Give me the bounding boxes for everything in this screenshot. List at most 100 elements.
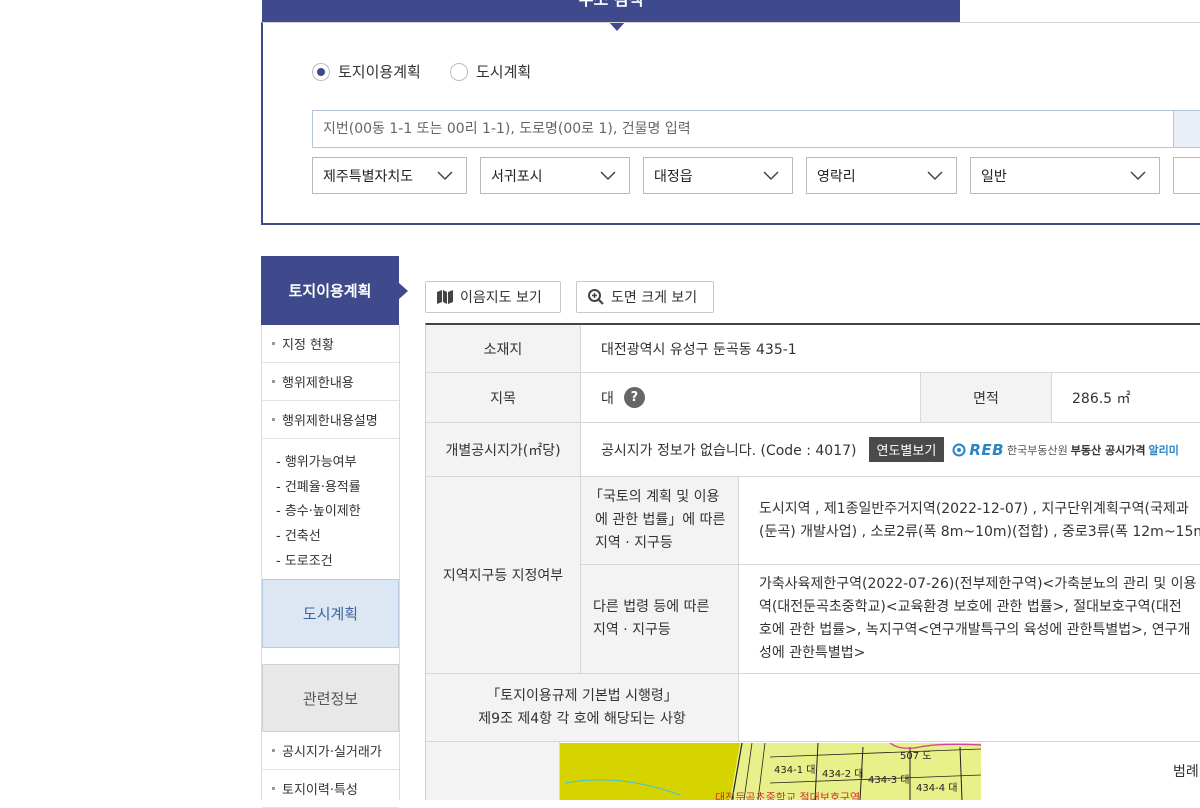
reb-logo-icon [952, 443, 966, 456]
national-law-header: 「국토의 계획 및 이용 에 관한 법률」에 따른 지역 · 지구등 [581, 477, 739, 565]
select-city[interactable]: 서귀포시 [480, 157, 630, 194]
radio-label: 도시계획 [476, 63, 532, 81]
search-button[interactable] [1173, 110, 1200, 148]
search-tab-label: 주소 검색 [262, 0, 960, 10]
reb-logo-text: REB [969, 440, 1005, 459]
regulation-header-line: 제9조 제4항 각 호에 해당되는 사항 [478, 710, 686, 727]
reb-logo[interactable]: REB 한국부동산원 부동산 공시가격 알리미 [952, 441, 1179, 459]
national-law-value: 도시지역 , 제1종일반주거지역(2022-12-07) , 지구단위계획구역(… [739, 477, 1200, 565]
parcel-label: 434-2 대 [822, 769, 864, 780]
sidebar-item-restrictions[interactable]: 행위제한내용 [262, 363, 399, 401]
divider [960, 22, 1200, 23]
select-province[interactable]: 제주특별자치도 [312, 157, 467, 194]
zoom-view-label: 도면 크게 보기 [611, 290, 698, 306]
zoom-in-icon [588, 289, 604, 305]
select-value: 일반 [981, 168, 1007, 185]
jimok-cell: 대 ? [581, 373, 921, 423]
zoom-view-button[interactable]: 도면 크게 보기 [576, 281, 714, 313]
national-law-value-line: 도시지역 , 제1종일반주거지역(2022-12-07) , 지구단위계획구역(… [759, 500, 1189, 517]
lot-number-input[interactable] [1173, 157, 1200, 194]
other-law-value-line: 역(대전둔곡초중학교)<교육환경 보호에 관한 법률>, 절대보호구역(대전 [759, 599, 1182, 615]
regulation-header: 「토지이용규제 기본법 시행령」 제9조 제4항 각 호에 해당되는 사항 [426, 674, 739, 742]
other-law-header-line: 지역 · 지구등 [593, 622, 671, 638]
legend-label: 범례 [1173, 764, 1199, 780]
map-header-cell [426, 742, 560, 800]
sidebar-subitem-permitted[interactable]: - 행위가능여부 [276, 451, 357, 470]
jimok-value: 대 [601, 390, 614, 407]
regulation-header-line: 「토지이용규제 기본법 시행령」 [486, 687, 678, 704]
other-law-value-line: 호에 관한 법률>, 녹지구역<연구개발특구의 육성에 관한특별법>, 연구개 [759, 622, 1191, 638]
parcel-label: 434-1 대 [774, 765, 816, 776]
address-search-input[interactable] [312, 110, 1174, 148]
parcel-map[interactable]: 434-1 대 434-2 대 434-3 대 434-4 대 507 도 대전… [560, 743, 981, 800]
official-price-cell: 공시지가 정보가 없습니다. (Code : 4017) 연도별보기 REB 한… [581, 423, 1200, 477]
chevron-down-icon [763, 171, 779, 181]
chevron-down-icon [927, 171, 943, 181]
sidebar-subitem-coverage-ratio[interactable]: - 건폐율·용적률 [276, 476, 361, 495]
parcel-label: 434-4 대 [916, 783, 958, 794]
other-law-value: 가축사육제한구역(2022-07-26)(전부제한구역)<가축분뇨의 관리 및 … [739, 565, 1200, 674]
official-price-header: 개별공시지가(㎡당) [426, 423, 581, 477]
bullet-icon [272, 342, 275, 345]
radio-unchecked-icon [450, 62, 468, 81]
sidebar-header-pointer [399, 283, 408, 299]
legend-cell: 범례 [981, 742, 1200, 800]
parcel-label: 434-3 대 [868, 775, 910, 786]
area-value: 286.5 ㎡ [1052, 373, 1200, 423]
national-law-header-line: 「국토의 계획 및 이용 [589, 489, 720, 505]
chevron-down-icon [1130, 171, 1146, 181]
location-header: 소재지 [426, 325, 581, 373]
sidebar-item-label: 토지이력·특성 [282, 783, 358, 798]
sidebar-item-land-history[interactable]: 토지이력·특성 [262, 770, 399, 808]
other-law-header-line: 다른 법령 등에 따른 [593, 599, 710, 615]
sidebar-city-plan[interactable]: 도시계획 [262, 579, 399, 648]
sidebar-item-label: 지정 현황 [282, 338, 334, 353]
zone-boundary-label: 대전둔곡초중학교 절대보호구역 [715, 791, 861, 800]
reb-org-name: 한국부동산원 [1007, 443, 1068, 457]
sidebar-item-status[interactable]: 지정 현황 [262, 325, 399, 363]
sidebar-header[interactable]: 토지이용계획 [261, 256, 399, 325]
national-law-value-line: (둔곡) 개발사업) , 소로2류(폭 8m~10m)(접합) , 중로3류(폭… [759, 523, 1200, 540]
sidebar-subitem-road-conditions[interactable]: - 도로조건 [276, 550, 333, 569]
sidebar-item-label: 행위제한내용설명 [282, 414, 378, 429]
radio-label: 토지이용계획 [338, 63, 421, 81]
select-village[interactable]: 영락리 [806, 157, 957, 194]
sidebar-subitem-height-limit[interactable]: - 층수·높이제한 [276, 500, 361, 519]
official-price-value: 공시지가 정보가 없습니다. (Code : 4017) [601, 442, 857, 459]
national-law-header-line: 지역 · 지구등 [595, 535, 673, 551]
radio-checked-icon [312, 62, 330, 81]
regulation-value [739, 674, 1200, 742]
chevron-down-icon [437, 171, 453, 181]
radio-land-use[interactable]: 토지이용계획 [312, 61, 421, 82]
bullet-icon [272, 380, 275, 383]
select-town[interactable]: 대정읍 [643, 157, 793, 194]
bullet-icon [272, 787, 275, 790]
help-icon[interactable]: ? [623, 387, 645, 408]
chevron-down-icon [600, 171, 616, 181]
radio-city-plan[interactable]: 도시계획 [450, 61, 531, 82]
yearly-view-button[interactable]: 연도별보기 [868, 437, 945, 462]
zone-header: 지역지구등 지정여부 [426, 477, 581, 674]
other-law-header: 다른 법령 등에 따른 지역 · 지구등 [581, 565, 739, 674]
reb-alimi: 알리미 [1148, 443, 1179, 457]
location-value: 대전광역시 유성구 둔곡동 435-1 [581, 325, 1200, 373]
other-law-value-line: 성에 관한특별법> [759, 645, 866, 661]
other-law-value-line: 가축사육제한구역(2022-07-26)(전부제한구역)<가축분뇨의 관리 및 … [759, 576, 1197, 592]
sidebar-item-restriction-details[interactable]: 행위제한내용설명 [262, 401, 399, 439]
bullet-icon [272, 418, 275, 421]
jimok-header: 지목 [426, 373, 581, 423]
sidebar-subitem-building-line[interactable]: - 건축선 [276, 525, 321, 544]
parcel-label: 507 도 [900, 751, 932, 762]
map-view-button[interactable]: 이음지도 보기 [425, 281, 561, 313]
sidebar-related-header: 관련정보 [262, 664, 399, 732]
map-icon [437, 290, 453, 304]
sidebar-item-label: 행위제한내용 [282, 376, 354, 391]
select-value: 서귀포시 [491, 168, 543, 185]
sidebar-item-price-transaction[interactable]: 공시지가·실거래가 [262, 732, 399, 770]
sidebar-item-label: 공시지가·실거래가 [282, 745, 382, 760]
select-land-type[interactable]: 일반 [970, 157, 1160, 194]
area-header: 면적 [921, 373, 1052, 423]
select-value: 제주특별자치도 [323, 168, 414, 185]
map-view-label: 이음지도 보기 [460, 290, 542, 306]
bullet-icon [272, 749, 275, 752]
